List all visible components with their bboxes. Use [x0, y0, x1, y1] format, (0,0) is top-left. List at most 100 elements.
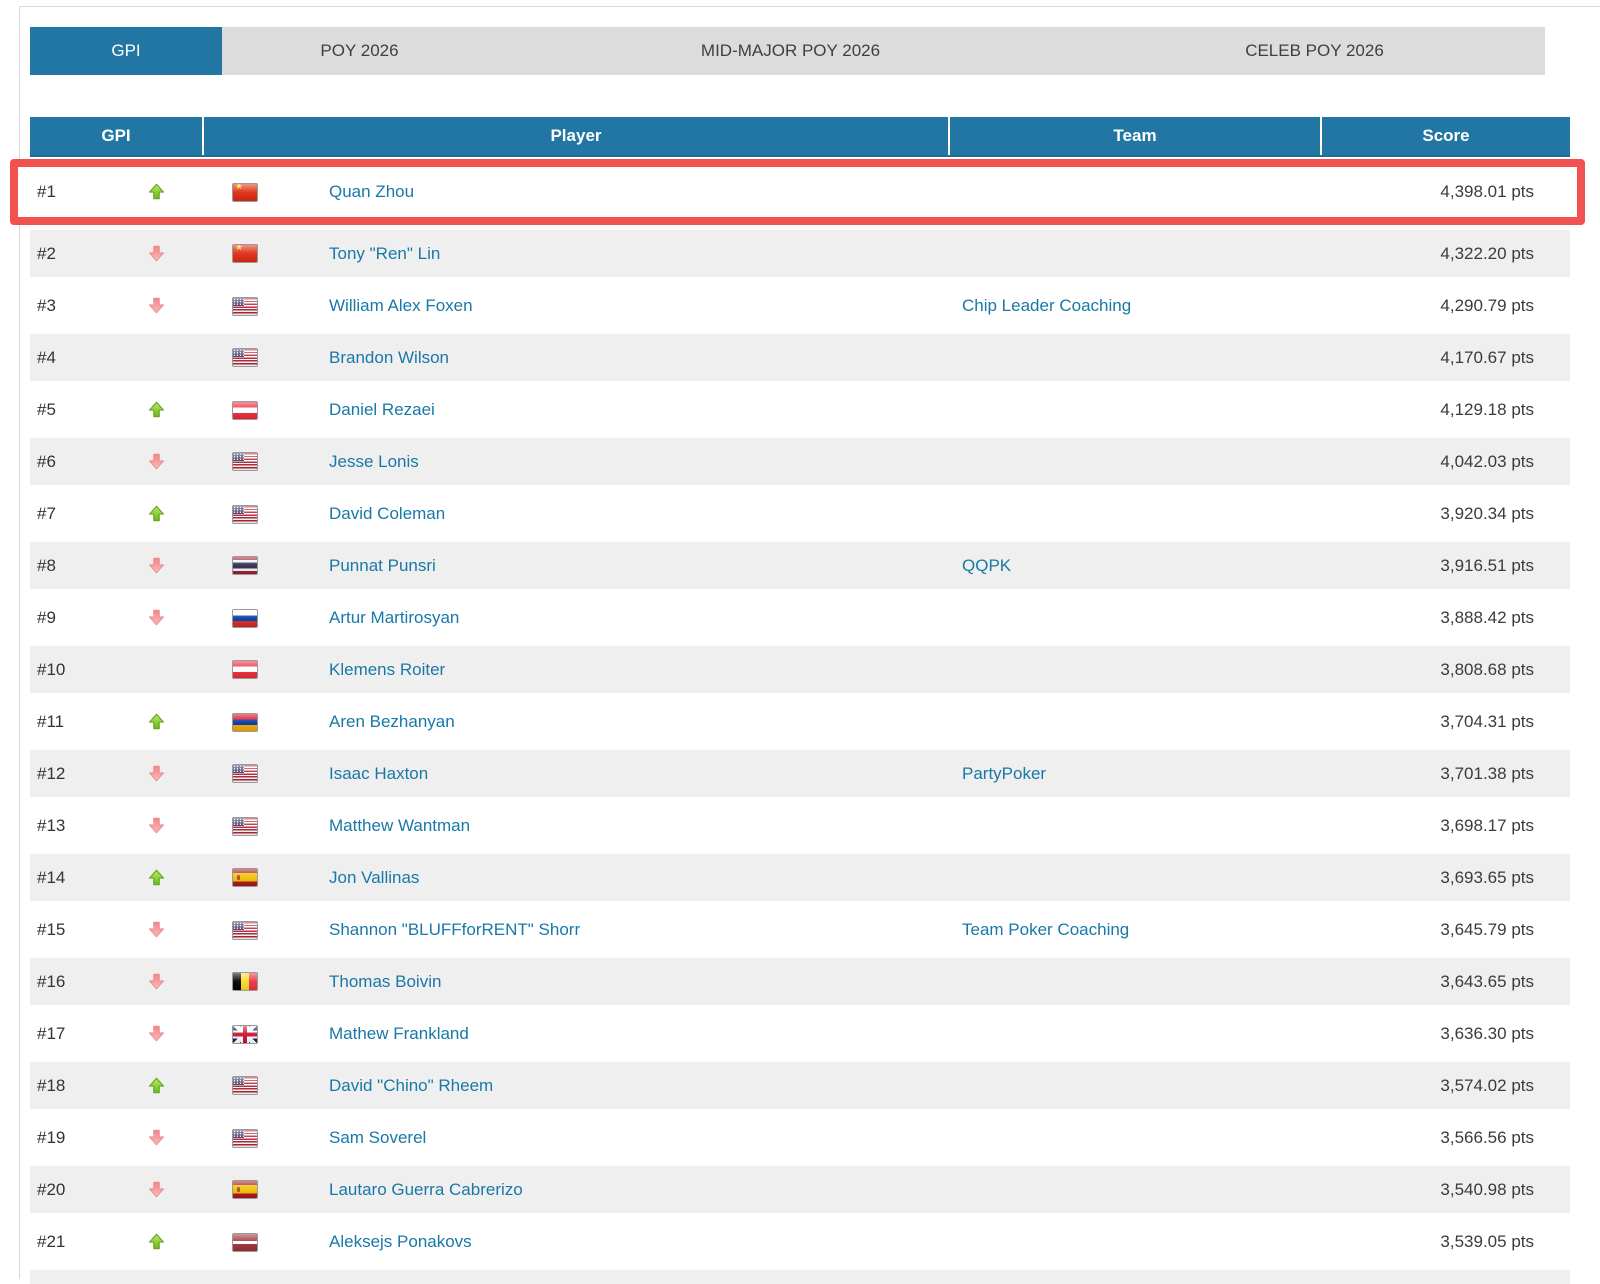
leaderboard-tabbar: GPI POY 2026 MID-MAJOR POY 2026 CELEB PO… [30, 27, 1545, 75]
rank-label: #20 [37, 1180, 65, 1199]
score-label: 3,693.65 pts [1320, 868, 1570, 888]
player-link[interactable]: Isaac Haxton [329, 764, 428, 784]
flag-us-icon [232, 452, 258, 471]
movement-down-icon [148, 245, 166, 263]
movement-up-icon [148, 1233, 166, 1251]
rank-label: #12 [37, 764, 65, 783]
player-link[interactable]: William Alex Foxen [329, 296, 473, 316]
movement-down-icon [148, 557, 166, 575]
flag-cn-icon [232, 183, 258, 202]
score-label: 3,574.02 pts [1320, 1076, 1570, 1096]
rank-label: #18 [37, 1076, 65, 1095]
flag-at-icon [232, 660, 258, 679]
player-link[interactable]: Aleksejs Ponakovs [329, 1232, 472, 1252]
score-label: 4,042.03 pts [1320, 452, 1570, 472]
team-link[interactable]: Chip Leader Coaching [962, 296, 1131, 315]
player-link[interactable]: Jon Vallinas [329, 868, 419, 888]
score-label: 4,129.18 pts [1320, 400, 1570, 420]
table-row: #3 William Alex Foxen Chip Leader Coachi… [30, 280, 1570, 332]
table-row: #5 Daniel Rezaei 4,129.18 pts [30, 384, 1570, 436]
player-link[interactable]: Brandon Wilson [329, 348, 449, 368]
score-label: 4,322.20 pts [1320, 244, 1570, 264]
table-row: #19 Sam Soverel 3,566.56 pts [30, 1112, 1570, 1164]
player-link[interactable]: Tony "Ren" Lin [329, 244, 440, 264]
flag-us-icon [232, 505, 258, 524]
player-link[interactable]: Shannon "BLUFFforRENT" Shorr [329, 920, 580, 940]
team-link[interactable]: QQPK [962, 556, 1011, 575]
score-label: 4,398.01 pts [1320, 182, 1570, 202]
column-header-gpi[interactable]: GPI [30, 117, 202, 155]
rank-label: #13 [37, 816, 65, 835]
player-link[interactable]: Thomas Boivin [329, 972, 441, 992]
player-link[interactable]: Artur Martirosyan [329, 608, 459, 628]
flag-be-icon [232, 972, 258, 991]
player-link[interactable]: Mathew Frankland [329, 1024, 469, 1044]
score-label: 3,540.98 pts [1320, 1180, 1570, 1200]
movement-down-icon [148, 765, 166, 783]
rank-label: #3 [37, 296, 56, 315]
score-label: 3,643.65 pts [1320, 972, 1570, 992]
tab-poy-2026[interactable]: POY 2026 [222, 27, 497, 75]
table-row: #12 Isaac Haxton PartyPoker 3,701.38 pts [30, 748, 1570, 800]
flag-cn-icon [232, 244, 258, 263]
rank-label: #15 [37, 920, 65, 939]
tab-gpi[interactable]: GPI [30, 27, 222, 75]
movement-down-icon [148, 1181, 166, 1199]
table-row-partial [30, 1268, 1570, 1284]
player-link[interactable]: Quan Zhou [329, 182, 414, 202]
gpi-ranking-table: GPI Player Team Score #1 Quan Zhou 4,398… [30, 117, 1570, 1284]
column-header-score[interactable]: Score [1320, 117, 1570, 155]
flag-us-icon [232, 297, 258, 316]
player-link[interactable]: Aren Bezhanyan [329, 712, 455, 732]
score-label: 3,566.56 pts [1320, 1128, 1570, 1148]
movement-down-icon [148, 1129, 166, 1147]
tab-celeb-poy-2026[interactable]: CELEB POY 2026 [1084, 27, 1545, 75]
player-link[interactable]: Matthew Wantman [329, 816, 470, 836]
column-header-player[interactable]: Player [202, 117, 948, 155]
score-label: 3,920.34 pts [1320, 504, 1570, 524]
movement-up-icon [148, 401, 166, 419]
score-label: 3,704.31 pts [1320, 712, 1570, 732]
rank-label: #8 [37, 556, 56, 575]
flag-es-icon [232, 868, 258, 887]
flag-us-icon [232, 921, 258, 940]
player-link[interactable]: Klemens Roiter [329, 660, 445, 680]
table-row: #7 David Coleman 3,920.34 pts [30, 488, 1570, 540]
score-label: 3,645.79 pts [1320, 920, 1570, 940]
table-row: #13 Matthew Wantman 3,698.17 pts [30, 800, 1570, 852]
player-link[interactable]: David "Chino" Rheem [329, 1076, 493, 1096]
table-row: #1 Quan Zhou 4,398.01 pts [30, 167, 1570, 217]
movement-down-icon [148, 817, 166, 835]
movement-down-icon [148, 1025, 166, 1043]
flag-es-icon [232, 1180, 258, 1199]
score-label: 3,808.68 pts [1320, 660, 1570, 680]
score-label: 3,888.42 pts [1320, 608, 1570, 628]
team-link[interactable]: Team Poker Coaching [962, 920, 1129, 939]
player-link[interactable]: Punnat Punsri [329, 556, 436, 576]
player-link[interactable]: Lautaro Guerra Cabrerizo [329, 1180, 523, 1200]
table-row: #17 Mathew Frankland 3,636.30 pts [30, 1008, 1570, 1060]
tab-mid-major-poy-2026[interactable]: MID-MAJOR POY 2026 [497, 27, 1084, 75]
rank-label: #6 [37, 452, 56, 471]
table-row: #14 Jon Vallinas 3,693.65 pts [30, 852, 1570, 904]
player-link[interactable]: Daniel Rezaei [329, 400, 435, 420]
flag-am-icon [232, 713, 258, 732]
rank-label: #4 [37, 348, 56, 367]
flag-ru-icon [232, 609, 258, 628]
rank-label: #5 [37, 400, 56, 419]
score-label: 3,698.17 pts [1320, 816, 1570, 836]
table-row: #10 Klemens Roiter 3,808.68 pts [30, 644, 1570, 696]
flag-us-icon [232, 1129, 258, 1148]
player-link[interactable]: David Coleman [329, 504, 445, 524]
highlighted-row-box: #1 Quan Zhou 4,398.01 pts [10, 159, 1585, 225]
flag-gb-icon [232, 1025, 258, 1044]
player-link[interactable]: Jesse Lonis [329, 452, 419, 472]
team-link[interactable]: PartyPoker [962, 764, 1046, 783]
movement-down-icon [148, 453, 166, 471]
column-header-team[interactable]: Team [948, 117, 1320, 155]
table-row: #21 Aleksejs Ponakovs 3,539.05 pts [30, 1216, 1570, 1268]
player-link[interactable]: Sam Soverel [329, 1128, 426, 1148]
movement-up-icon [148, 713, 166, 731]
table-body: #1 Quan Zhou 4,398.01 pts #2 Tony "Ren" … [30, 159, 1570, 1268]
rank-label: #21 [37, 1232, 65, 1251]
